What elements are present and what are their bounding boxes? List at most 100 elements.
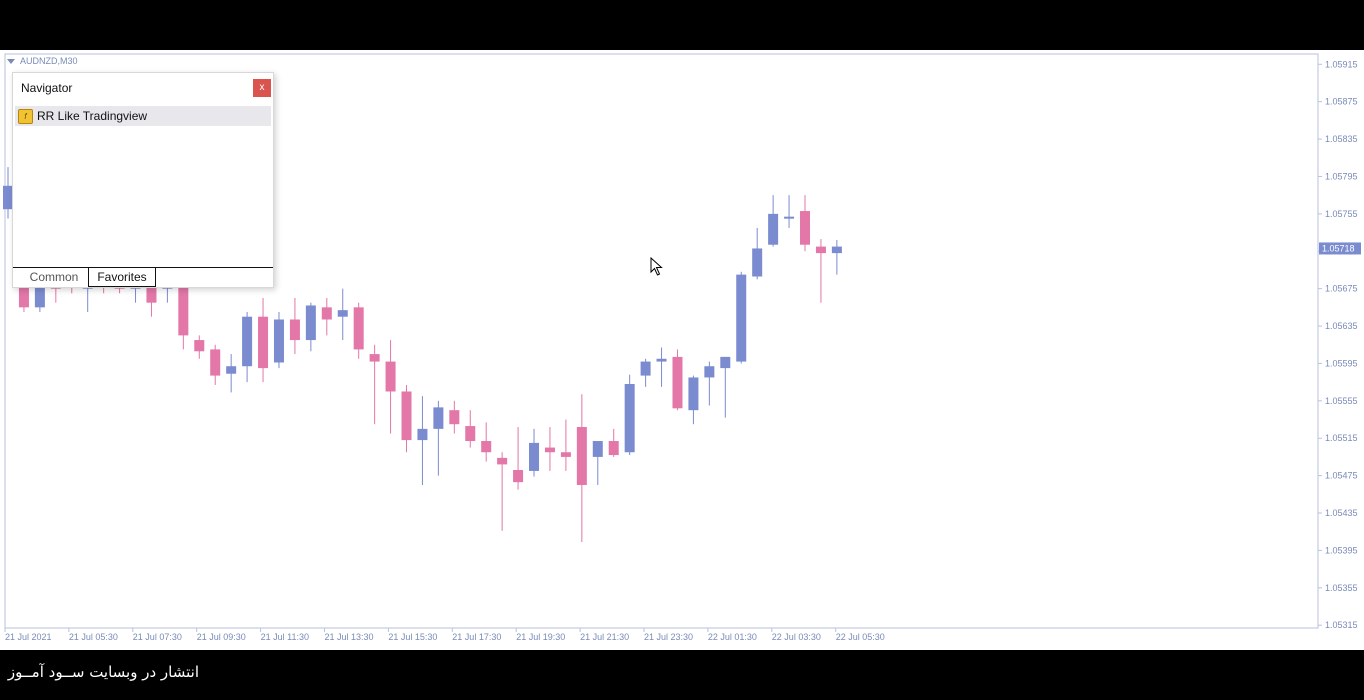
candle: [704, 361, 715, 406]
candle-body: [258, 316, 269, 369]
candle-body: [242, 316, 253, 367]
candle-body: [656, 358, 667, 362]
candle: [369, 344, 380, 425]
candle-body: [608, 441, 619, 456]
candle-body: [672, 356, 683, 409]
tab-favorites[interactable]: Favorites: [88, 268, 156, 287]
candle: [784, 195, 795, 228]
mouse-cursor-icon: [650, 257, 663, 276]
candle: [688, 375, 699, 425]
y-tick-label: 1.05835: [1325, 134, 1358, 144]
candle: [800, 195, 810, 252]
y-tick-label: 1.05755: [1325, 209, 1358, 219]
candle: [194, 335, 205, 359]
candle-body: [831, 246, 842, 254]
indicator-icon: f: [18, 109, 33, 124]
candle: [752, 227, 763, 280]
y-tick-label: 1.05795: [1325, 171, 1358, 181]
x-tick-label: 21 Jul 09:30: [197, 632, 246, 642]
candle: [640, 358, 651, 387]
candle: [529, 428, 540, 477]
x-tick-label: 21 Jul 2021: [5, 632, 52, 642]
candle-body: [768, 213, 779, 245]
top-black-bar: [0, 0, 1364, 50]
y-tick-label: 1.05475: [1325, 471, 1358, 481]
candle-body: [640, 361, 651, 376]
candle: [768, 195, 779, 247]
chart-title: AUDNZD,M30: [20, 56, 78, 66]
candle: [353, 302, 364, 359]
footer-watermark-text: انتشار در وبسایت ســود آمــوز: [7, 663, 199, 681]
candle-body: [385, 361, 396, 392]
y-tick-label: 1.05675: [1325, 284, 1358, 294]
candle-body: [433, 407, 444, 429]
x-tick-label: 21 Jul 23:30: [644, 632, 693, 642]
navigator-item-rr-like-tradingview[interactable]: f RR Like Tradingview: [15, 106, 271, 126]
candle-body: [481, 441, 492, 453]
candle-body: [353, 307, 364, 350]
y-tick-label: 1.05435: [1325, 508, 1358, 518]
candle: [592, 441, 603, 485]
candle-body: [720, 356, 731, 369]
navigator-item-label: RR Like Tradingview: [37, 109, 148, 123]
candle: [258, 297, 269, 383]
candle-body: [513, 470, 524, 483]
candle-body: [497, 457, 508, 465]
candle: [305, 302, 316, 352]
candle-body: [560, 452, 571, 457]
candle: [720, 356, 731, 418]
candle-body: [289, 319, 300, 341]
y-tick-label: 1.05355: [1325, 583, 1358, 593]
tab-common[interactable]: Common: [19, 268, 89, 286]
candle: [481, 422, 492, 462]
candle-body: [210, 349, 221, 376]
candle-body: [784, 216, 795, 219]
candle-body: [417, 428, 428, 441]
candle-body: [688, 377, 699, 411]
y-tick-label: 1.05555: [1325, 396, 1358, 406]
current-price-label: 1.05718: [1322, 243, 1355, 253]
candle: [624, 374, 635, 456]
candle: [337, 288, 348, 341]
candle-body: [815, 246, 826, 254]
candle-body: [369, 354, 380, 362]
candle: [401, 384, 412, 453]
candle-body: [752, 248, 763, 277]
navigator-panel: Navigator x f RR Like Tradingview Common…: [12, 72, 274, 288]
chart-window[interactable]: 1.05915 1.05875 1.05835 1.05795 1.05755 1.057…: [0, 50, 1364, 650]
candle: [672, 349, 683, 411]
candle: [815, 239, 826, 303]
candle-body: [401, 391, 412, 441]
candle-body: [704, 366, 715, 378]
candle-body: [800, 211, 810, 245]
candle: [433, 400, 444, 476]
x-tick-label: 22 Jul 01:30: [708, 632, 757, 642]
candle: [417, 396, 428, 485]
x-tick-label: 22 Jul 03:30: [772, 632, 821, 642]
candle: [560, 419, 571, 471]
candle-body: [194, 340, 205, 352]
candle: [608, 428, 619, 457]
candle: [831, 240, 842, 275]
y-tick-label: 1.05395: [1325, 545, 1358, 555]
candle-body: [305, 305, 316, 341]
candle: [544, 427, 555, 471]
candle-body: [736, 274, 747, 362]
y-tick-label: 1.05635: [1325, 321, 1358, 331]
x-tick-label: 21 Jul 13:30: [325, 632, 374, 642]
navigator-close-button[interactable]: x: [253, 79, 271, 97]
candle-body: [529, 442, 540, 471]
candle-body: [273, 319, 284, 363]
x-tick-label: 21 Jul 05:30: [69, 632, 118, 642]
candle: [226, 354, 237, 393]
candle: [321, 297, 332, 336]
navigator-title: Navigator: [21, 81, 73, 95]
candle-body: [226, 366, 237, 374]
candle: [289, 297, 300, 355]
x-tick-label: 21 Jul 17:30: [452, 632, 501, 642]
chart-title-arrow-icon[interactable]: [7, 59, 15, 64]
candle: [656, 347, 667, 387]
x-tick-label: 22 Jul 05:30: [836, 632, 885, 642]
candle-body: [624, 384, 635, 453]
candle: [385, 340, 396, 434]
